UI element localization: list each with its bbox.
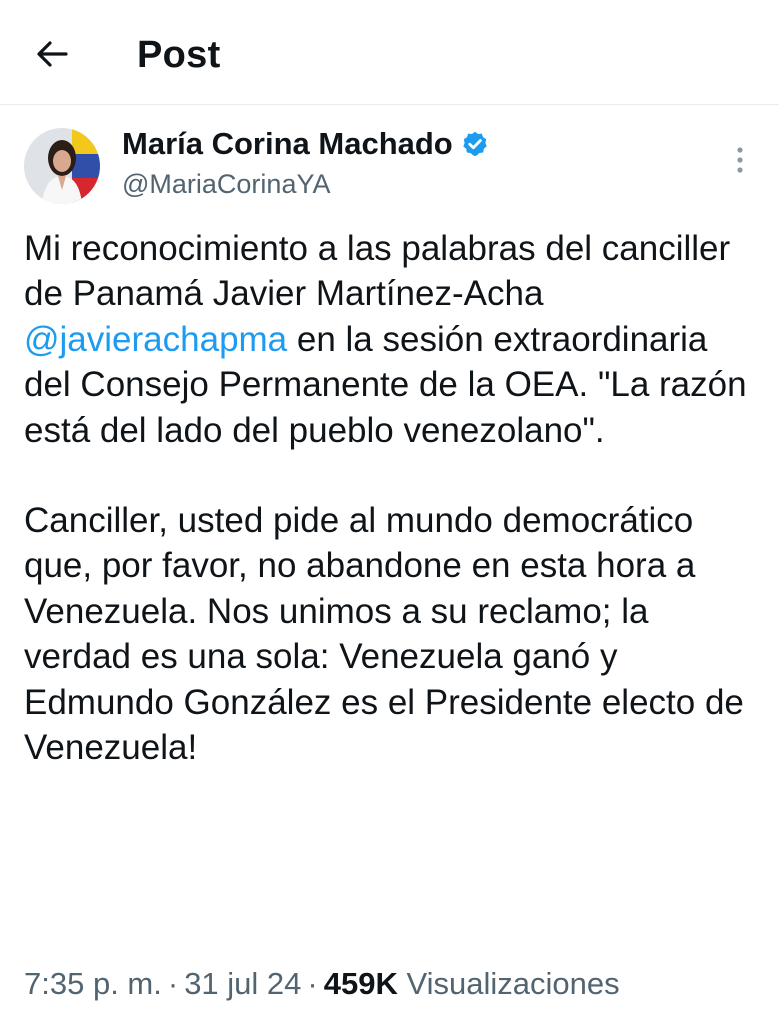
post-paragraph: Mi reconocimiento a las palabras del can…	[24, 226, 759, 453]
page-title: Post	[137, 34, 221, 76]
author-name-text: María Corina Machado	[122, 126, 453, 161]
avatar[interactable]	[24, 128, 100, 204]
post-paragraph: Canciller, usted pide al mundo democráti…	[24, 501, 744, 768]
top-bar: Post	[0, 0, 779, 105]
author-handle[interactable]: @MariaCorinaYA	[122, 166, 330, 202]
arrow-left-icon	[37, 41, 68, 67]
post-time[interactable]: 7:35 p. m.	[24, 966, 162, 1001]
views-label: Visualizaciones	[406, 966, 620, 1001]
back-button[interactable]	[28, 30, 76, 78]
mention-link[interactable]: @javierachapma	[24, 320, 287, 359]
more-vertical-icon	[737, 147, 743, 173]
verified-badge-icon	[463, 131, 487, 157]
post-meta: 7:35 p. m. · 31 jul 24 · 459K Visualizacione…	[24, 963, 620, 1005]
separator-dot: ·	[167, 966, 179, 1001]
post-text: Mi reconocimiento a las palabras del can…	[24, 226, 759, 770]
post-date[interactable]: 31 jul 24	[184, 966, 301, 1001]
author-name[interactable]: María Corina Machado	[122, 125, 489, 163]
separator-dot: ·	[307, 966, 318, 1001]
post-text-segment: Mi reconocimiento a las palabras del can…	[24, 229, 731, 314]
views-count: 459K	[323, 966, 398, 1001]
more-options-button[interactable]	[722, 140, 758, 180]
